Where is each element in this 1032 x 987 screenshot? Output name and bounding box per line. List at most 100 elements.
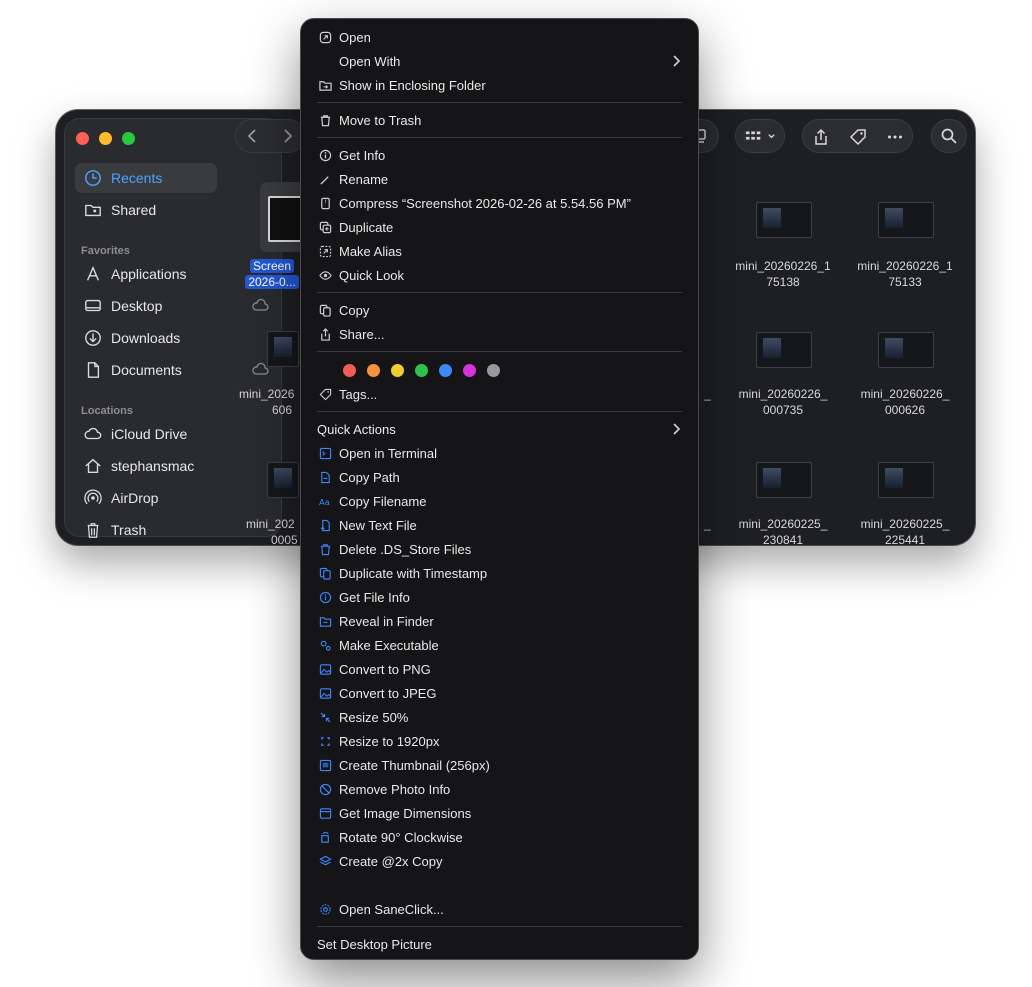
- sidebar-item-icloud-drive[interactable]: iCloud Drive: [75, 419, 217, 449]
- search-button[interactable]: [931, 119, 967, 153]
- eye-slash-icon: [317, 781, 333, 797]
- file-thumbnail[interactable]: [878, 332, 934, 368]
- menu-item-quick-action[interactable]: Reveal in Finder: [317, 610, 682, 632]
- menu-item-label: Convert to PNG: [339, 661, 431, 677]
- file-thumbnail[interactable]: [756, 202, 812, 238]
- sidebar-item-shared[interactable]: Shared: [75, 195, 217, 225]
- sidebar-item-label: stephansmac: [111, 458, 195, 474]
- new-file-icon: [317, 517, 333, 533]
- nav-buttons: [235, 119, 305, 153]
- sidebar-item-label: Documents: [111, 362, 182, 378]
- menu-item-tags[interactable]: Tags...: [317, 383, 682, 405]
- menu-item-open-with[interactable]: Open With: [317, 50, 682, 72]
- sidebar-item-trash[interactable]: Trash: [75, 515, 217, 545]
- file-name[interactable]: mini_20260226_1 75133: [847, 258, 963, 290]
- archive-icon: [317, 195, 333, 211]
- sidebar-item-desktop[interactable]: Desktop: [75, 291, 269, 321]
- partial-file-name: 606: [272, 403, 293, 417]
- menu-item-compress[interactable]: Compress “Screenshot 2026-02-26 at 5.54.…: [317, 192, 682, 214]
- menu-item-quick-action[interactable]: Convert to PNG: [317, 658, 682, 680]
- menu-item-quick-action[interactable]: Convert to JPEG: [317, 682, 682, 704]
- menu-item-quick-action[interactable]: Duplicate with Timestamp: [317, 562, 682, 584]
- menu-item-label: Copy Path: [339, 469, 400, 485]
- menu-item-quick-action[interactable]: Open in Terminal: [317, 442, 682, 464]
- menu-item-quick-action[interactable]: Get File Info: [317, 586, 682, 608]
- file-thumbnail[interactable]: [267, 462, 299, 498]
- tag-icon: [317, 386, 333, 402]
- share-icon[interactable]: [811, 127, 831, 147]
- file-thumbnail[interactable]: [267, 331, 299, 367]
- sidebar-item-documents[interactable]: Documents: [75, 355, 269, 385]
- menu-item-open[interactable]: Open: [317, 26, 682, 48]
- menu-item-quick-look[interactable]: Quick Look: [317, 264, 682, 286]
- sidebar-item-stephansmac[interactable]: stephansmac: [75, 451, 217, 481]
- file-name[interactable]: mini_20260226_ 000735: [725, 386, 841, 418]
- menu-item-set-desktop-picture[interactable]: Set Desktop Picture: [317, 933, 682, 955]
- menu-item-quick-action[interactable]: New Text File: [317, 514, 682, 536]
- partial-file-name: mini_202: [246, 517, 295, 531]
- file-name[interactable]: mini_20260226_ 000626: [847, 386, 963, 418]
- info-icon: [317, 589, 333, 605]
- grid-view-icon: [744, 127, 764, 145]
- menu-item-quick-action[interactable]: Create Thumbnail (256px): [317, 754, 682, 776]
- airdrop-icon: [83, 488, 103, 508]
- menu-item-quick-action[interactable]: Get Image Dimensions: [317, 802, 682, 824]
- menu-item-quick-action[interactable]: Remove Photo Info: [317, 778, 682, 800]
- menu-item-open-saneclick[interactable]: Open SaneClick...: [317, 898, 682, 920]
- menu-item-duplicate[interactable]: Duplicate: [317, 216, 682, 238]
- menu-item-quick-action[interactable]: Rotate 90° Clockwise: [317, 826, 682, 848]
- menu-item-quick-action[interactable]: Aa Copy Filename: [317, 490, 682, 512]
- menu-item-quick-action[interactable]: Create @2x Copy: [317, 850, 682, 872]
- file-name[interactable]: mini_20260225_ 225441: [847, 516, 963, 545]
- menu-item-get-info[interactable]: Get Info: [317, 144, 682, 166]
- executable-icon: [317, 637, 333, 653]
- sidebar: Recents Shared Favorites Applications De…: [64, 118, 282, 538]
- file-thumbnail[interactable]: [756, 332, 812, 368]
- tag-color-purple[interactable]: [463, 364, 476, 377]
- menu-item-label: Reveal in Finder: [339, 613, 434, 629]
- tag-color-orange[interactable]: [367, 364, 380, 377]
- sidebar-item-downloads[interactable]: Downloads: [75, 323, 217, 353]
- tag-color-green[interactable]: [415, 364, 428, 377]
- minimize-window-button[interactable]: [99, 132, 112, 145]
- trash-icon: [317, 112, 333, 128]
- menu-item-label: Copy Filename: [339, 493, 427, 509]
- menu-item-copy[interactable]: Copy: [317, 299, 682, 321]
- sidebar-item-label: Shared: [111, 202, 157, 218]
- close-window-button[interactable]: [76, 132, 89, 145]
- menu-item-move-to-trash[interactable]: Move to Trash: [317, 109, 682, 131]
- sidebar-item-applications[interactable]: Applications: [75, 259, 217, 289]
- file-thumbnail[interactable]: [756, 462, 812, 498]
- forward-icon[interactable]: [278, 127, 296, 145]
- back-icon[interactable]: [244, 127, 262, 145]
- file-thumbnail[interactable]: [878, 202, 934, 238]
- menu-item-quick-action[interactable]: Delete .DS_Store Files: [317, 538, 682, 560]
- tag-color-yellow[interactable]: [391, 364, 404, 377]
- menu-item-show-enclosing-folder[interactable]: Show in Enclosing Folder: [317, 74, 682, 96]
- layers-icon: [317, 853, 333, 869]
- menu-item-share[interactable]: Share...: [317, 323, 682, 345]
- file-name[interactable]: mini_20260225_ 230841: [725, 516, 841, 545]
- tag-color-red[interactable]: [343, 364, 356, 377]
- file-name[interactable]: mini_20260226_1 75138: [725, 258, 841, 290]
- menu-separator: [317, 411, 682, 412]
- menu-item-rename[interactable]: Rename: [317, 168, 682, 190]
- chevron-right-icon: [673, 423, 681, 435]
- group-by-button[interactable]: [735, 119, 785, 153]
- menu-item-quick-actions[interactable]: Quick Actions: [317, 418, 682, 440]
- tag-color-gray[interactable]: [487, 364, 500, 377]
- menu-item-quick-action[interactable]: Copy Path: [317, 466, 682, 488]
- tag-icon[interactable]: [848, 127, 868, 147]
- documents-icon: [83, 360, 103, 380]
- file-thumbnail[interactable]: [878, 462, 934, 498]
- sidebar-item-recents[interactable]: Recents: [75, 163, 217, 193]
- menu-item-quick-action[interactable]: Resize to 1920px: [317, 730, 682, 752]
- more-icon[interactable]: [885, 127, 905, 147]
- zoom-window-button[interactable]: [122, 132, 135, 145]
- selected-file-name[interactable]: Screen 2026-0...: [237, 258, 307, 290]
- tag-color-blue[interactable]: [439, 364, 452, 377]
- menu-item-quick-action[interactable]: Make Executable: [317, 634, 682, 656]
- sidebar-item-airdrop[interactable]: AirDrop: [75, 483, 217, 513]
- menu-item-make-alias[interactable]: Make Alias: [317, 240, 682, 262]
- menu-item-quick-action[interactable]: Resize 50%: [317, 706, 682, 728]
